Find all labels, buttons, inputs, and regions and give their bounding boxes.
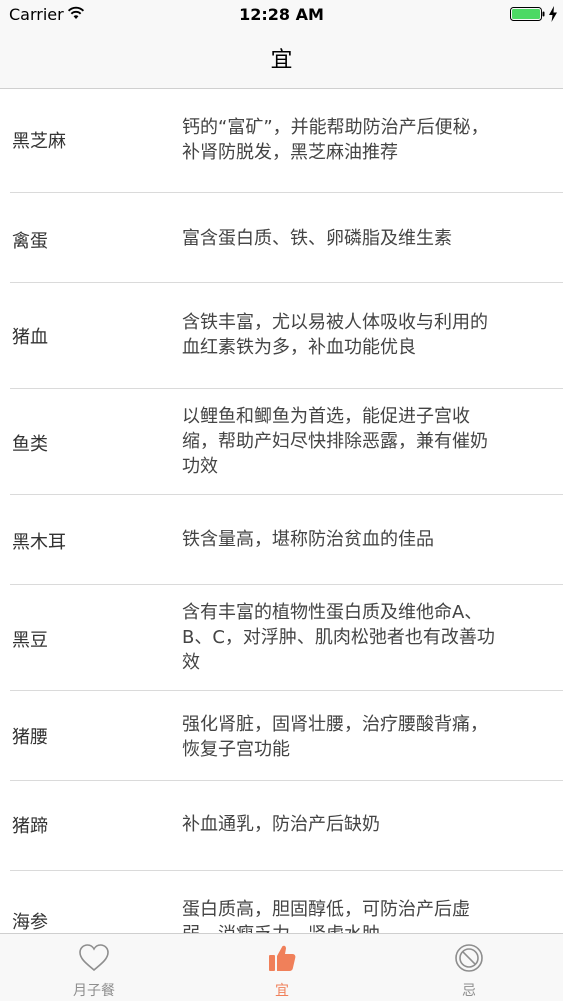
list-item[interactable]: 黑豆 含有丰富的植物性蛋白质及维他命A、 B、C，对浮肿、肌肉松弛者也有改善功 … [0, 585, 563, 691]
tab-label: 宜 [275, 983, 289, 999]
food-description: 以鲤鱼和鲫鱼为首选，能促进子宫收 缩，帮助产妇尽快排除恶露，兼有催奶 功效 [182, 406, 488, 477]
food-name: 猪腰 [12, 727, 48, 748]
list-item[interactable]: 禽蛋 富含蛋白质、铁、卵磷脂及维生素 [0, 193, 563, 283]
charging-bolt-icon [549, 6, 557, 22]
food-name: 猪血 [12, 327, 48, 348]
tab-avoid[interactable]: 忌 [409, 934, 529, 1001]
list-item[interactable]: 海参 蛋白质高，胆固醇低，可防治产后虚 弱、消瘦乏力、肾虚水肿 [0, 871, 563, 933]
tab-bar: 月子餐 宜 忌 [0, 933, 563, 1001]
list-item[interactable]: 猪蹄 补血通乳，防治产后缺奶 [0, 781, 563, 871]
food-name: 禽蛋 [12, 231, 48, 252]
battery-icon [510, 7, 545, 21]
thumbs-up-icon [269, 945, 296, 971]
status-time: 12:28 AM [239, 5, 324, 24]
food-description: 强化肾脏，固肾壮腰，治疗腰酸背痛， 恢复子宫功能 [182, 714, 488, 760]
food-name: 海参 [12, 912, 48, 933]
food-description: 含铁丰富，尤以易被人体吸收与利用的 血红素铁为多，补血功能优良 [182, 312, 488, 358]
food-name: 黑芝麻 [12, 131, 66, 152]
food-description: 铁含量高，堪称防治贫血的佳品 [182, 529, 434, 550]
list-item[interactable]: 猪血 含铁丰富，尤以易被人体吸收与利用的 血红素铁为多，补血功能优良 [0, 283, 563, 389]
status-bar: Carrier 12:28 AM [0, 0, 563, 28]
food-name: 黑木耳 [12, 532, 66, 553]
food-list[interactable]: 黑芝麻 钙的“富矿”，并能帮助防治产后便秘， 补肾防脱发，黑芝麻油推荐 禽蛋 富… [0, 89, 563, 933]
list-item[interactable]: 鱼类 以鲤鱼和鲫鱼为首选，能促进子宫收 缩，帮助产妇尽快排除恶露，兼有催奶 功效 [0, 389, 563, 495]
tab-label: 忌 [462, 983, 476, 999]
food-description: 含有丰富的植物性蛋白质及维他命A、 B、C，对浮肿、肌肉松弛者也有改善功 效 [182, 602, 495, 673]
tab-label: 月子餐 [73, 983, 115, 999]
tab-suitable[interactable]: 宜 [222, 934, 342, 1001]
heart-icon [79, 944, 109, 972]
list-item[interactable]: 黑木耳 铁含量高，堪称防治贫血的佳品 [0, 495, 563, 585]
page-title: 宜 [270, 48, 293, 73]
food-name: 黑豆 [12, 630, 48, 651]
navigation-bar: 宜 [0, 28, 563, 89]
list-item[interactable]: 猪腰 强化肾脏，固肾壮腰，治疗腰酸背痛， 恢复子宫功能 [0, 691, 563, 781]
food-description: 补血通乳，防治产后缺奶 [182, 814, 380, 835]
tab-meals[interactable]: 月子餐 [34, 934, 154, 1001]
food-description: 蛋白质高，胆固醇低，可防治产后虚 弱、消瘦乏力、肾虚水肿 [182, 899, 470, 933]
food-name: 猪蹄 [12, 816, 48, 837]
food-name: 鱼类 [12, 434, 48, 455]
prohibited-icon [455, 944, 483, 972]
food-description: 富含蛋白质、铁、卵磷脂及维生素 [182, 228, 452, 249]
food-description: 钙的“富矿”，并能帮助防治产后便秘， 补肾防脱发，黑芝麻油推荐 [182, 117, 489, 163]
list-item[interactable]: 黑芝麻 钙的“富矿”，并能帮助防治产后便秘， 补肾防脱发，黑芝麻油推荐 [0, 89, 563, 193]
